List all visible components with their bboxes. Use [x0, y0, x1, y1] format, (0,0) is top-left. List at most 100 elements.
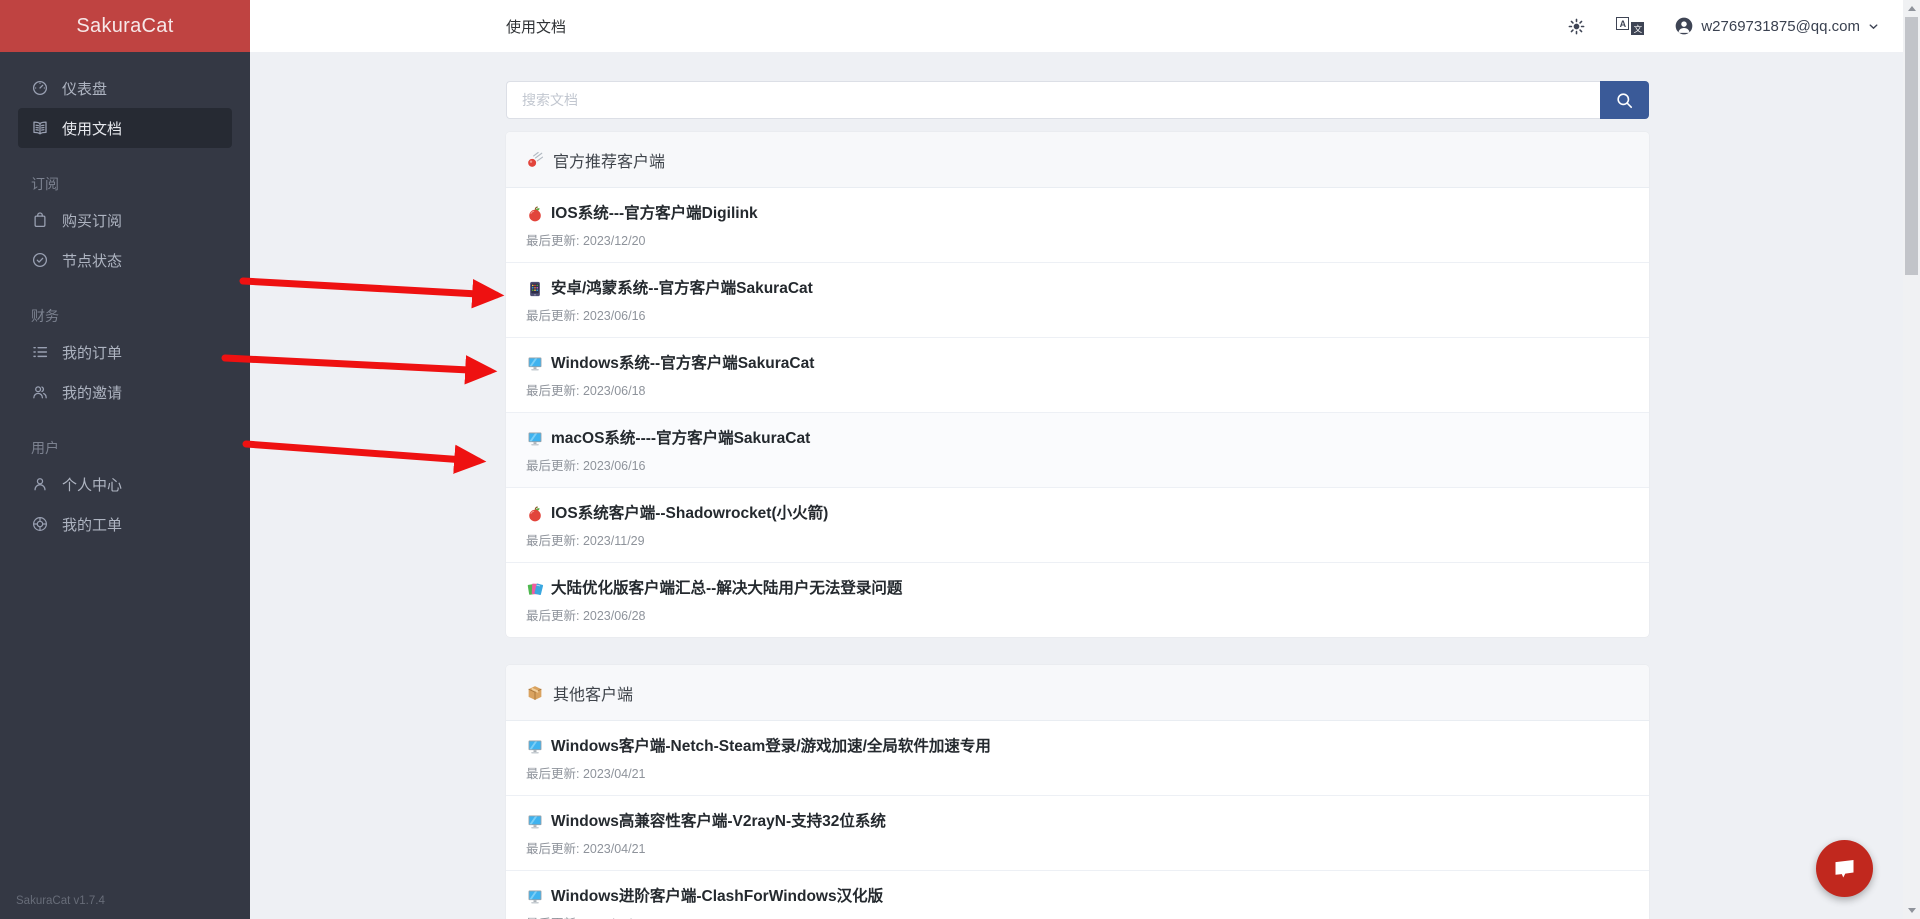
- doc-link-label: IOS系统客户端--Shadowrocket(小火箭): [551, 503, 828, 525]
- shopping-bag-icon: [31, 211, 49, 229]
- user-menu[interactable]: w2769731875@qq.com: [1674, 16, 1880, 36]
- sidebar-item-使用文档[interactable]: 使用文档: [18, 108, 232, 148]
- doc-link[interactable]: Windows客户端-Netch-Steam登录/游戏加速/全局软件加速专用: [526, 736, 1629, 758]
- app-root: SakuraCat 仪表盘使用文档订阅购买订阅节点状态财务我的订单我的邀请用户个…: [0, 0, 1920, 919]
- doc-link-label: 大陆优化版客户端汇总--解决大陆用户无法登录问题: [551, 578, 902, 600]
- doc-link[interactable]: 安卓/鸿蒙系统--官方客户端SakuraCat: [526, 278, 1629, 300]
- doc-row[interactable]: 安卓/鸿蒙系统--官方客户端SakuraCat 最后更新: 2023/06/16: [506, 263, 1649, 338]
- sidebar-item-label: 购买订阅: [62, 210, 122, 231]
- doc-link[interactable]: 大陆优化版客户端汇总--解决大陆用户无法登录问题: [526, 578, 1629, 600]
- comet-icon: [526, 151, 544, 169]
- doc-row[interactable]: 大陆优化版客户端汇总--解决大陆用户无法登录问题最后更新: 2023/06/28: [506, 563, 1649, 637]
- content-area: 官方推荐客户端IOS系统---官方客户端Digilink最后更新: 2023/1…: [250, 52, 1920, 919]
- sidebar-section-label: 订阅: [31, 174, 250, 194]
- user-circle-icon: [1674, 16, 1694, 36]
- sun-icon[interactable]: [1566, 16, 1586, 36]
- doc-card-header: 官方推荐客户端: [506, 132, 1649, 188]
- sidebar-item-label: 仪表盘: [62, 78, 107, 99]
- sidebar-nav: 仪表盘使用文档订阅购买订阅节点状态财务我的订单我的邀请用户个人中心我的工单: [0, 52, 250, 544]
- doc-link[interactable]: Windows系统--官方客户端SakuraCat: [526, 353, 1629, 375]
- doc-row[interactable]: Windows客户端-Netch-Steam登录/游戏加速/全局软件加速专用最后…: [506, 721, 1649, 796]
- sidebar-item-仪表盘[interactable]: 仪表盘: [18, 68, 232, 108]
- translate-icon[interactable]: A 文: [1616, 17, 1644, 35]
- doc-card: 官方推荐客户端IOS系统---官方客户端Digilink最后更新: 2023/1…: [506, 132, 1649, 637]
- doc-card: 其他客户端Windows客户端-Netch-Steam登录/游戏加速/全局软件加…: [506, 665, 1649, 919]
- monitor-icon: [526, 813, 544, 831]
- doc-row[interactable]: IOS系统---官方客户端Digilink最后更新: 2023/12/20: [506, 188, 1649, 263]
- open-book-icon: [31, 119, 49, 137]
- support-chat-button[interactable]: [1816, 840, 1873, 897]
- doc-link-label: IOS系统---官方客户端Digilink: [551, 203, 758, 225]
- doc-updated-date: 最后更新: 2023/06/28: [526, 608, 1629, 625]
- scrollbar-thumb[interactable]: [1905, 17, 1918, 275]
- doc-updated-date: 最后更新: 2023/04/21: [526, 841, 1629, 858]
- phone-icon: [526, 280, 544, 298]
- sidebar-item-我的工单[interactable]: 我的工单: [18, 504, 232, 544]
- doc-link-label: Windows进阶客户端-ClashForWindows汉化版: [551, 886, 883, 908]
- ticket-wheel-icon: [31, 515, 49, 533]
- monitor-icon: [526, 738, 544, 756]
- doc-sections: 官方推荐客户端IOS系统---官方客户端Digilink最后更新: 2023/1…: [506, 132, 1920, 919]
- doc-row[interactable]: Windows系统--官方客户端SakuraCat 最后更新: 2023/06/1…: [506, 338, 1649, 413]
- chat-bubble-icon: [1831, 855, 1858, 882]
- search-bar: [506, 81, 1649, 119]
- doc-link[interactable]: IOS系统---官方客户端Digilink: [526, 203, 1629, 225]
- topbar: 使用文档 A 文: [250, 0, 1920, 52]
- scrollbar-down-arrow[interactable]: [1903, 902, 1920, 919]
- app-version: SakuraCat v1.7.4: [16, 895, 105, 907]
- doc-row[interactable]: Windows高兼容性客户端-V2rayN-支持32位系统最后更新: 2023/…: [506, 796, 1649, 871]
- doc-card-header: 其他客户端: [506, 665, 1649, 721]
- doc-updated-date: 最后更新: 2023/06/18: [526, 383, 1629, 400]
- doc-link[interactable]: macOS系统----官方客户端SakuraCat: [526, 428, 1629, 450]
- main-area: 使用文档 A 文: [250, 0, 1920, 919]
- sidebar-item-节点状态[interactable]: 节点状态: [18, 240, 232, 280]
- doc-link-label: Windows客户端-Netch-Steam登录/游戏加速/全局软件加速专用: [551, 736, 991, 758]
- sidebar-item-个人中心[interactable]: 个人中心: [18, 464, 232, 504]
- search-input[interactable]: [506, 81, 1600, 119]
- doc-row[interactable]: macOS系统----官方客户端SakuraCat 最后更新: 2023/06/1…: [506, 413, 1649, 488]
- translate-latin-glyph: A: [1616, 17, 1629, 30]
- doc-link[interactable]: Windows高兼容性客户端-V2rayN-支持32位系统: [526, 811, 1629, 833]
- monitor-icon: [526, 355, 544, 373]
- scrollbar: [1903, 0, 1920, 919]
- sidebar-item-label: 节点状态: [62, 250, 122, 271]
- doc-updated-date: 最后更新: 2023/06/16: [526, 458, 1629, 475]
- doc-row[interactable]: IOS系统客户端--Shadowrocket(小火箭) 最后更新: 2023/11…: [506, 488, 1649, 563]
- search-button[interactable]: [1600, 81, 1649, 119]
- gauge-icon: [31, 79, 49, 97]
- monitor-icon: [526, 430, 544, 448]
- doc-updated-date: 最后更新: 2023/11/29: [526, 533, 1629, 550]
- search-icon: [1615, 91, 1634, 110]
- doc-link-label: Windows系统--官方客户端SakuraCat: [551, 353, 814, 375]
- package-icon: [526, 684, 544, 702]
- scrollbar-up-arrow[interactable]: [1903, 0, 1920, 17]
- sidebar-section-label: 用户: [31, 438, 250, 458]
- doc-updated-date: 最后更新: 2023/04/21: [526, 766, 1629, 783]
- sidebar-item-label: 我的工单: [62, 514, 122, 535]
- sidebar-item-label: 我的邀请: [62, 382, 122, 403]
- apple-icon: [526, 505, 544, 523]
- sidebar-item-label: 我的订单: [62, 342, 122, 363]
- sidebar-item-我的订单[interactable]: 我的订单: [18, 332, 232, 372]
- doc-card-title: 官方推荐客户端: [553, 148, 665, 172]
- monitor-icon: [526, 888, 544, 906]
- doc-link[interactable]: IOS系统客户端--Shadowrocket(小火箭): [526, 503, 1629, 525]
- doc-link[interactable]: Windows进阶客户端-ClashForWindows汉化版: [526, 886, 1629, 908]
- sidebar-item-我的邀请[interactable]: 我的邀请: [18, 372, 232, 412]
- doc-link-label: macOS系统----官方客户端SakuraCat: [551, 428, 810, 450]
- user-icon: [31, 475, 49, 493]
- translate-cjk-glyph: 文: [1631, 22, 1644, 35]
- doc-updated-date: 最后更新: 2023/06/16: [526, 308, 1629, 325]
- sidebar: SakuraCat 仪表盘使用文档订阅购买订阅节点状态财务我的订单我的邀请用户个…: [0, 0, 250, 919]
- sidebar-item-label: 个人中心: [62, 474, 122, 495]
- sidebar-item-购买订阅[interactable]: 购买订阅: [18, 200, 232, 240]
- check-circle-icon: [31, 251, 49, 269]
- user-email: w2769731875@qq.com: [1701, 18, 1860, 35]
- doc-link-label: 安卓/鸿蒙系统--官方客户端SakuraCat: [551, 278, 813, 300]
- doc-row[interactable]: Windows进阶客户端-ClashForWindows汉化版最后更新: 202…: [506, 871, 1649, 919]
- doc-link-label: Windows高兼容性客户端-V2rayN-支持32位系统: [551, 811, 886, 833]
- sidebar-item-label: 使用文档: [62, 118, 122, 139]
- app-logo: SakuraCat: [0, 0, 250, 52]
- order-list-icon: [31, 343, 49, 361]
- invite-users-icon: [31, 383, 49, 401]
